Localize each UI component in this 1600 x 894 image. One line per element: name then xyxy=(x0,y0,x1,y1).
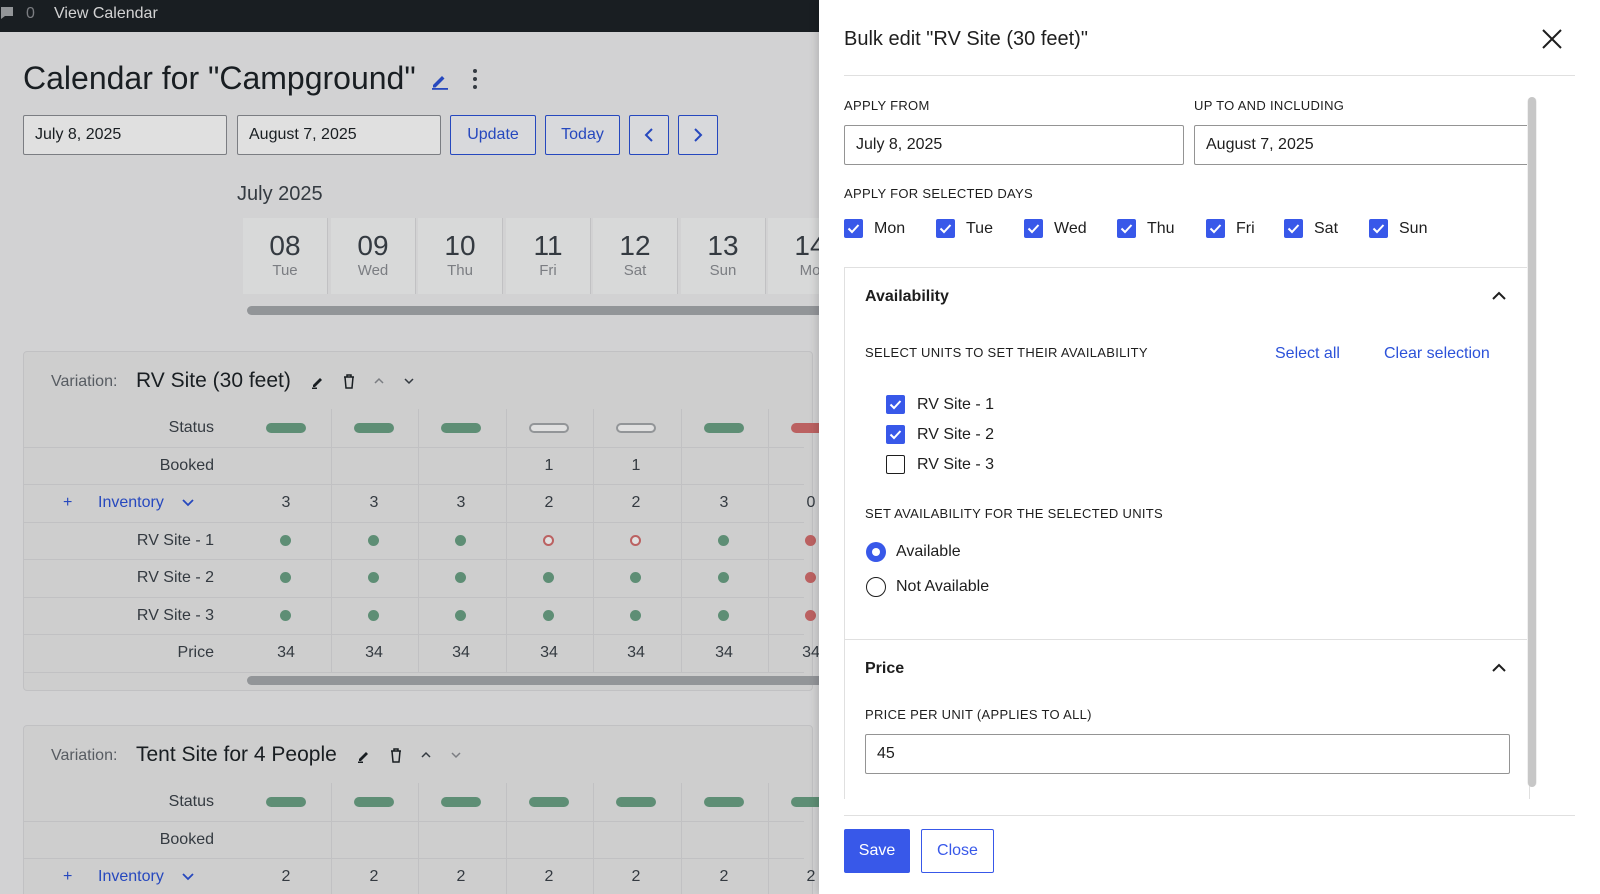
up-to-input[interactable]: August 7, 2025 xyxy=(1194,125,1534,165)
chevron-up-icon[interactable] xyxy=(1491,291,1507,301)
price-input[interactable]: 45 xyxy=(865,734,1510,774)
apply-from-input[interactable]: July 8, 2025 xyxy=(844,125,1184,165)
day-checkbox-label[interactable]: Fri xyxy=(1236,220,1255,238)
day-checkbox-label[interactable]: Sun xyxy=(1399,220,1427,238)
bulk-edit-modal: Bulk edit "RV Site (30 feet)" APPLY FROM… xyxy=(819,0,1600,894)
modal-backdrop[interactable] xyxy=(0,0,819,894)
up-to-label: UP TO AND INCLUDING xyxy=(1194,98,1345,113)
day-checkbox-label[interactable]: Mon xyxy=(874,220,905,238)
day-checkbox-label[interactable]: Tue xyxy=(966,220,993,238)
select-all-link[interactable]: Select all xyxy=(1275,345,1340,363)
day-checkbox[interactable] xyxy=(936,219,955,238)
scrollbar-thumb[interactable] xyxy=(1528,97,1536,787)
unit-checkbox-label[interactable]: RV Site - 3 xyxy=(917,456,994,474)
days-label: APPLY FOR SELECTED DAYS xyxy=(844,186,1033,201)
select-units-label: SELECT UNITS TO SET THEIR AVAILABILITY xyxy=(865,345,1148,360)
chevron-up-icon[interactable] xyxy=(1491,663,1507,673)
modal-title: Bulk edit "RV Site (30 feet)" xyxy=(844,28,1088,50)
day-checkbox-label[interactable]: Thu xyxy=(1147,220,1175,238)
apply-from-label: APPLY FROM xyxy=(844,98,930,113)
clear-selection-link[interactable]: Clear selection xyxy=(1384,345,1490,363)
unit-checkbox-label[interactable]: RV Site - 2 xyxy=(917,426,994,444)
availability-radio[interactable] xyxy=(866,542,886,562)
day-checkbox[interactable] xyxy=(1206,219,1225,238)
availability-title[interactable]: Availability xyxy=(865,288,949,306)
day-checkbox[interactable] xyxy=(1117,219,1136,238)
price-per-unit-label: PRICE PER UNIT (APPLIES TO ALL) xyxy=(865,707,1092,722)
day-checkbox[interactable] xyxy=(1024,219,1043,238)
day-checkbox-label[interactable]: Wed xyxy=(1054,220,1087,238)
unit-checkbox[interactable] xyxy=(886,425,905,444)
unit-checkbox-label[interactable]: RV Site - 1 xyxy=(917,396,994,414)
day-checkbox[interactable] xyxy=(844,219,863,238)
set-availability-label: SET AVAILABILITY FOR THE SELECTED UNITS xyxy=(865,506,1164,521)
day-checkbox[interactable] xyxy=(1284,219,1303,238)
availability-radio-label[interactable]: Not Available xyxy=(896,578,989,596)
unit-checkbox[interactable] xyxy=(886,395,905,414)
close-icon[interactable] xyxy=(1541,28,1563,50)
save-button[interactable]: Save xyxy=(844,829,910,873)
day-checkbox-label[interactable]: Sat xyxy=(1314,220,1338,238)
unit-checkbox[interactable] xyxy=(886,455,905,474)
vertical-scrollbar[interactable] xyxy=(1527,97,1537,787)
divider xyxy=(844,815,1575,816)
close-button[interactable]: Close xyxy=(921,829,994,873)
price-title[interactable]: Price xyxy=(865,660,904,678)
availability-radio[interactable] xyxy=(866,577,886,597)
availability-radio-label[interactable]: Available xyxy=(896,543,961,561)
divider xyxy=(844,75,1575,76)
day-checkbox[interactable] xyxy=(1369,219,1388,238)
